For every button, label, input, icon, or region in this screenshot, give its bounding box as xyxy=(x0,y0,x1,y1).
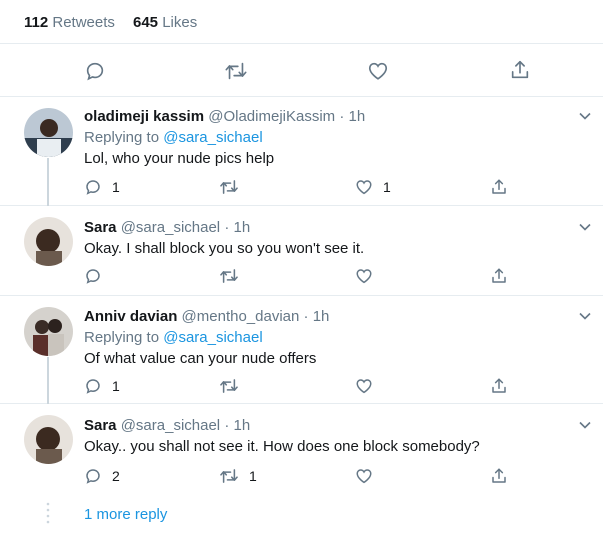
tweet-text: Of what value can your nude offers xyxy=(84,350,317,367)
reply-button[interactable]: 1 xyxy=(84,377,120,395)
retweets-stat[interactable]: 112 Retweets xyxy=(24,14,115,31)
tweet-header: Anniv davian @mentho_davian · 1h xyxy=(84,308,329,325)
author-handle[interactable]: @sara_sichael xyxy=(121,417,220,434)
reply-count: 2 xyxy=(112,468,120,484)
retweets-count: 112 xyxy=(24,14,49,31)
chevron-down-icon[interactable] xyxy=(578,420,592,430)
reply-button[interactable]: 1 xyxy=(84,178,120,196)
main-reply-button[interactable] xyxy=(84,60,106,82)
tweet-text: Okay.. you shall not see it. How does on… xyxy=(84,438,480,455)
reply-icon xyxy=(86,379,100,394)
reply-icon xyxy=(86,180,100,195)
tweet-stats-bar: 112 Retweets 645 Likes xyxy=(0,0,603,44)
chevron-down-icon[interactable] xyxy=(578,311,592,321)
reply-count: 1 xyxy=(112,179,120,195)
avatar[interactable] xyxy=(24,307,73,356)
tweet-header: oladimeji kassim @OladimejiKassim · 1h xyxy=(84,108,365,125)
share-button[interactable] xyxy=(490,467,508,485)
retweets-label: Retweets xyxy=(52,14,115,31)
separator-dot: · xyxy=(224,417,230,434)
tweet-header: Sara @sara_sichael · 1h xyxy=(84,219,250,236)
heart-icon xyxy=(356,379,372,394)
author-handle[interactable]: @mentho_davian xyxy=(182,308,300,325)
reply-tweet[interactable]: Anniv davian @mentho_davian · 1h Replyin… xyxy=(0,297,603,404)
likes-count: 645 xyxy=(133,14,159,31)
reply-icon xyxy=(86,469,100,484)
tweet-text: Okay. I shall block you so you won't see… xyxy=(84,240,365,257)
replying-to: Replying to @sara_sichael xyxy=(84,329,263,346)
thread-line xyxy=(47,158,49,206)
retweet-icon xyxy=(225,62,247,80)
replying-to-label: Replying to xyxy=(84,129,160,146)
tweet-text: Lol, who your nude pics help xyxy=(84,150,275,167)
reply-button[interactable]: 2 xyxy=(84,467,120,485)
heart-icon xyxy=(356,180,372,195)
thread-dots xyxy=(46,502,50,524)
share-icon xyxy=(492,268,506,283)
replying-to-label: Replying to xyxy=(84,329,160,346)
reply-icon xyxy=(86,62,104,81)
like-button[interactable]: 1 xyxy=(355,178,391,196)
reply-tweet[interactable]: Sara @sara_sichael · 1h Okay. I shall bl… xyxy=(0,207,603,296)
main-tweet-actions xyxy=(0,44,603,97)
tweet-time[interactable]: 1h xyxy=(349,108,366,125)
avatar[interactable] xyxy=(24,217,73,266)
chevron-down-icon[interactable] xyxy=(578,222,592,232)
retweet-button[interactable] xyxy=(219,268,249,284)
retweet-button[interactable] xyxy=(219,378,249,394)
retweet-icon xyxy=(220,269,238,283)
reply-tweet[interactable]: oladimeji kassim @OladimejiKassim · 1h R… xyxy=(0,98,603,206)
reply-count: 1 xyxy=(112,378,120,394)
author-handle[interactable]: @sara_sichael xyxy=(121,219,220,236)
share-button[interactable] xyxy=(490,377,508,395)
avatar[interactable] xyxy=(24,415,73,464)
tweet-time[interactable]: 1h xyxy=(313,308,330,325)
tweet-header: Sara @sara_sichael · 1h xyxy=(84,417,250,434)
author-name[interactable]: Sara xyxy=(84,417,117,434)
thread-line xyxy=(47,357,49,404)
separator-dot: · xyxy=(224,219,230,236)
heart-icon xyxy=(368,62,388,80)
like-button[interactable] xyxy=(355,377,383,395)
likes-label: Likes xyxy=(162,14,198,31)
share-icon xyxy=(492,468,506,483)
replying-to-link[interactable]: @sara_sichael xyxy=(163,129,262,146)
author-name[interactable]: oladimeji kassim xyxy=(84,108,204,125)
tweet-time[interactable]: 1h xyxy=(234,219,251,236)
share-icon xyxy=(511,60,529,79)
share-button[interactable] xyxy=(490,178,508,196)
author-name[interactable]: Anniv davian xyxy=(84,308,177,325)
share-button[interactable] xyxy=(490,267,508,285)
main-like-button[interactable] xyxy=(367,60,389,82)
main-retweet-button[interactable] xyxy=(224,61,248,81)
share-icon xyxy=(492,179,506,194)
retweet-button[interactable] xyxy=(219,179,249,195)
like-count: 1 xyxy=(383,179,391,195)
chevron-down-icon[interactable] xyxy=(578,111,592,121)
share-icon xyxy=(492,378,506,393)
likes-stat[interactable]: 645 Likes xyxy=(133,14,197,31)
retweet-icon xyxy=(220,469,238,483)
more-replies-link[interactable]: 1 more reply xyxy=(84,506,167,523)
like-button[interactable] xyxy=(355,267,383,285)
retweet-count: 1 xyxy=(249,468,257,484)
separator-dot: · xyxy=(303,308,309,325)
reply-icon xyxy=(86,269,100,284)
replying-to: Replying to @sara_sichael xyxy=(84,129,263,146)
author-name[interactable]: Sara xyxy=(84,219,117,236)
heart-icon xyxy=(356,469,372,484)
reply-tweet[interactable]: Sara @sara_sichael · 1h Okay.. you shall… xyxy=(0,405,603,497)
retweet-button[interactable]: 1 xyxy=(219,468,257,484)
separator-dot: · xyxy=(339,108,345,125)
retweet-icon xyxy=(220,180,238,194)
heart-icon xyxy=(356,269,372,284)
main-share-button[interactable] xyxy=(509,59,531,81)
replying-to-link[interactable]: @sara_sichael xyxy=(163,329,262,346)
tweet-time[interactable]: 1h xyxy=(234,417,251,434)
reply-button[interactable] xyxy=(84,267,112,285)
avatar[interactable] xyxy=(24,108,73,157)
retweet-icon xyxy=(220,379,238,393)
like-button[interactable] xyxy=(355,467,383,485)
author-handle[interactable]: @OladimejiKassim xyxy=(208,108,335,125)
